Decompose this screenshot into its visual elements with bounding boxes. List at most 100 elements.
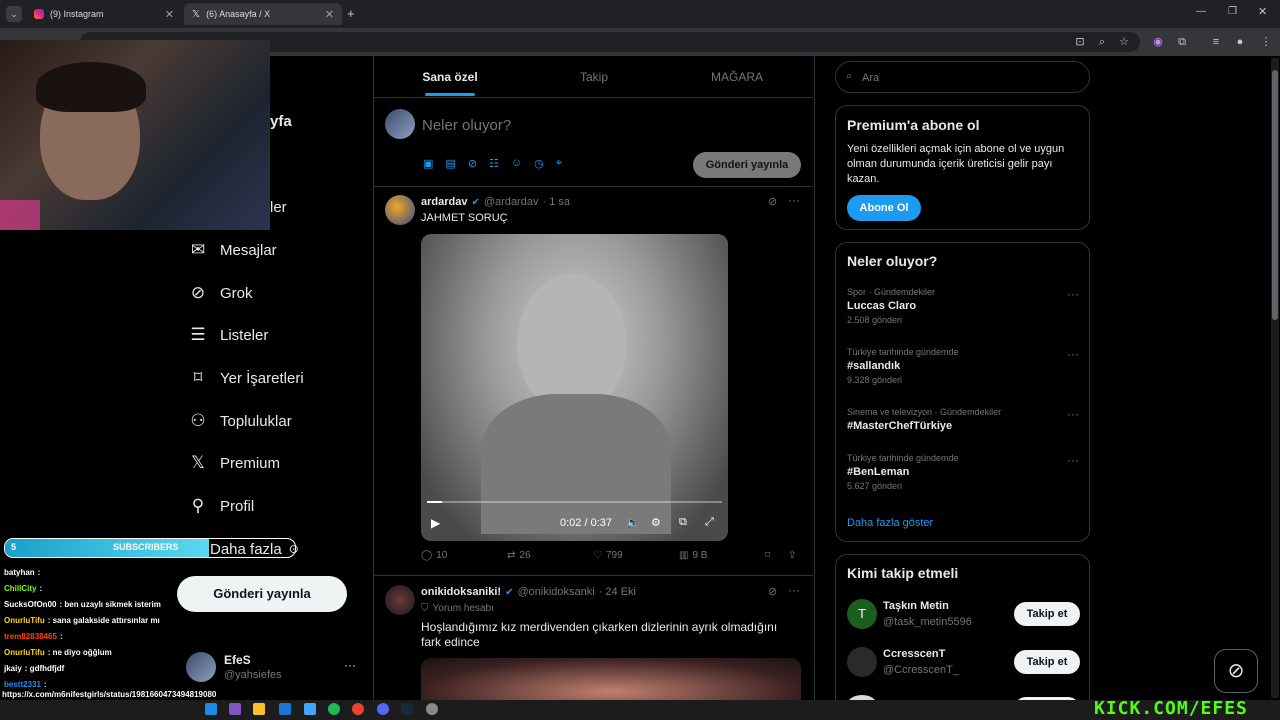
grok-icon[interactable]: ⊘ [768,585,777,598]
play-icon[interactable]: ▶ [431,516,440,530]
close-icon[interactable]: ✕ [325,8,334,21]
sidebar-item-communities[interactable]: ⚇ Topluluklar [186,405,291,437]
post-author-name[interactable]: onikidoksaniki! [421,586,501,598]
store-icon[interactable] [304,703,316,715]
follow-avatar[interactable]: T [847,599,877,629]
scrollbar-track[interactable] [1271,58,1279,698]
post-time[interactable]: · 24 Eki [599,586,636,598]
follow-avatar[interactable] [847,647,877,677]
chat-username[interactable]: jkaiy [4,664,22,673]
views-button[interactable]: ▥ 9 B [679,550,707,561]
reply-button[interactable]: ◯ 10 [421,550,447,561]
post-more-icon[interactable]: ··· [788,583,800,597]
sidebar-post-button[interactable]: Gönderi yayınla [177,576,347,612]
trend-more-icon[interactable]: ··· [1067,347,1079,361]
obs-icon[interactable] [426,703,438,715]
account-avatar[interactable] [186,652,216,682]
discord-icon[interactable] [377,703,389,715]
post-author-name[interactable]: ardardav [421,196,467,208]
trend-more-icon[interactable]: ··· [1067,287,1079,301]
poll-icon[interactable]: ☷ [489,157,499,170]
new-tab-button[interactable]: + [347,6,355,21]
close-window-icon[interactable]: ✕ [1258,5,1267,18]
location-icon[interactable]: ⌖ [556,157,562,170]
chat-username[interactable]: trem82838465 [4,632,57,641]
fullscreen-icon[interactable]: ⤢ [705,516,714,529]
follow-suggestion[interactable]: CcresscenT @CcresscenT_ Takip et [847,643,1080,683]
follow-name[interactable]: Taşkın Metin [883,600,949,612]
trend-item[interactable]: Türkiye tarihinde gündemde #sallandık 9.32… [847,347,1079,385]
chat-username[interactable]: batyhan [4,568,35,577]
zoom-icon[interactable]: ⌕ [1094,34,1110,50]
chat-username[interactable]: SucksOfOn00 [4,600,56,609]
spotify-icon[interactable] [328,703,340,715]
sidebar-item-premium[interactable]: 𝕏 Premium [186,447,280,479]
post-avatar[interactable] [385,195,415,225]
trend-item[interactable]: Sinema ve televizyon · Gündemdekiler #Mas… [847,407,1079,435]
chat-username[interactable]: bestt2331 [4,680,41,689]
tab-for-you[interactable]: Sana özel [374,62,526,96]
chat-username[interactable]: OnurluTifu [4,648,45,657]
post-author-handle[interactable]: @onikidoksanki [517,586,594,598]
picture-in-picture-icon[interactable]: ⧉ [679,516,687,529]
sidebar-item-messages[interactable]: ✉ Mesajlar [186,234,277,266]
subscribe-button[interactable]: Abone Ol [847,195,921,221]
reading-list-icon[interactable]: ≡ [1208,34,1224,50]
minimize-icon[interactable]: — [1196,6,1206,17]
grok-icon[interactable]: ⊘ [468,157,477,170]
show-more-link[interactable]: Daha fazla göster [847,517,933,529]
account-more-icon[interactable]: ··· [344,658,356,672]
sidebar-item-grok[interactable]: ⊘ Grok [186,277,253,309]
composer-post-button[interactable]: Gönderi yayınla [693,152,801,178]
media-icon[interactable]: ▣ [423,157,433,170]
post-author-handle[interactable]: @ardardav [484,196,539,208]
grok-float-button[interactable]: ⊘ [1214,649,1258,693]
close-icon[interactable]: ✕ [165,8,174,21]
follow-name[interactable]: CcresscenT [883,648,945,660]
trend-item[interactable]: Spor · Gündemdekiler Luccas Claro 2.508 gö… [847,287,1079,325]
post-image[interactable] [421,658,801,700]
scrollbar-thumb[interactable] [1272,70,1278,320]
tab-following[interactable]: Takip [526,62,662,96]
video-progress-track[interactable] [427,501,722,503]
extensions-icon[interactable]: ⧉ [1174,34,1190,50]
gif-icon[interactable]: ▤ [445,157,455,170]
repost-button[interactable]: ⇄ 26 [507,550,531,561]
outlook-icon[interactable] [279,703,291,715]
post-more-icon[interactable]: ··· [788,193,800,207]
trend-more-icon[interactable]: ··· [1067,453,1079,467]
steam-icon[interactable] [401,703,413,715]
app-icon[interactable] [229,703,241,715]
follow-button[interactable]: Takip et [1014,602,1080,626]
post-video[interactable]: ▶ 0:02 / 0:37 🔈 ⚙ ⧉ ⤢ [421,234,728,541]
volume-icon[interactable]: 🔈 [626,516,640,529]
bookmark-button[interactable]: ⌑ [765,550,770,561]
trend-more-icon[interactable]: ··· [1067,407,1079,421]
tab-magara[interactable]: MAĞARA [662,62,812,96]
extension-icon[interactable]: ◉ [1150,34,1166,50]
sidebar-item-profile[interactable]: ⚲ Profil [186,490,254,522]
folder-icon[interactable] [253,703,265,715]
browser-menu-icon[interactable]: ⋮ [1258,34,1274,50]
follow-button[interactable]: Takip et [1014,650,1080,674]
settings-icon[interactable]: ⚙ [651,516,661,529]
search-box[interactable]: ⌕ [835,61,1090,93]
tab-list-icon[interactable]: ⌄ [6,6,22,22]
star-icon[interactable]: ☆ [1116,34,1132,50]
trend-item[interactable]: Türkiye tarihinde gündemde #BenLeman 5.627… [847,453,1079,491]
follow-suggestion[interactable]: T Taşkın Metin @task_metin5596 Takip et [847,595,1080,635]
maximize-icon[interactable]: ❐ [1228,6,1237,17]
post-time[interactable]: · 1 sa [542,196,570,208]
schedule-icon[interactable]: ◷ [534,157,544,170]
profile-avatar-icon[interactable]: ● [1232,34,1248,50]
install-icon[interactable]: ⊡ [1072,34,1088,50]
chat-username[interactable]: ChillCity [4,584,36,593]
chrome-icon[interactable] [352,703,364,715]
compose-input[interactable] [420,112,784,138]
like-button[interactable]: ♡ 799 [593,550,623,561]
sidebar-item-bookmarks[interactable]: ⌑ Yer İşaretleri [186,362,304,394]
tab-instagram[interactable]: (9) Instagram ✕ [26,3,182,25]
emoji-icon[interactable]: ☺ [511,157,522,170]
post-avatar[interactable] [385,585,415,615]
sidebar-item-lists[interactable]: ☰ Listeler [186,319,268,351]
